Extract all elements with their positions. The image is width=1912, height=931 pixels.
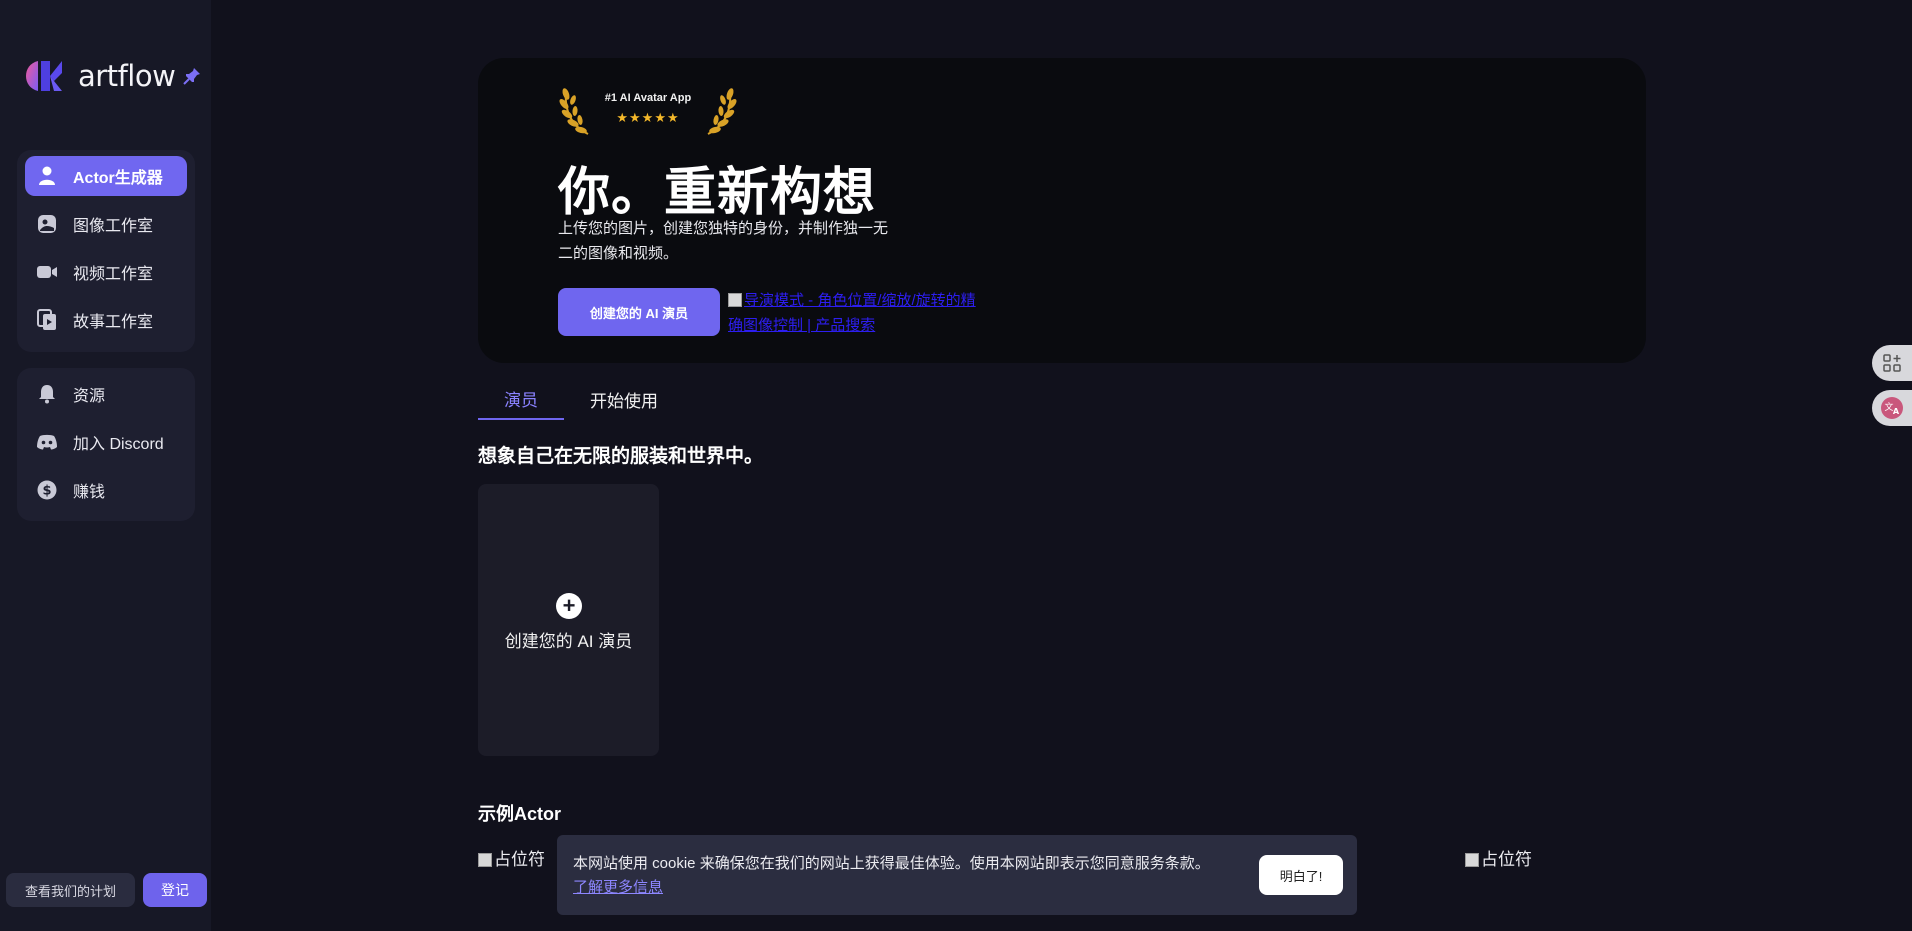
badge-title: #1 AI Avatar App — [604, 92, 692, 104]
cookie-message: 本网站使用 cookie 来确保您在我们的网站上获得最佳体验。使用本网站即表示您… — [573, 855, 1210, 872]
examples-title: 示例Actor — [478, 804, 562, 824]
video-camera-icon — [35, 260, 59, 284]
sidebar-item-label: 资源 — [73, 388, 106, 405]
hero-subtitle: 上传您的图片，创建您独特的身份，并制作独一无二的图像和视频。 — [558, 220, 889, 262]
broken-image-icon — [1465, 853, 1479, 867]
translate-icon: 文 A — [1881, 397, 1903, 419]
broken-image-icon — [478, 853, 492, 867]
award-badge: #1 AI Avatar App ★★★★★ — [558, 82, 738, 138]
sidebar-item-label: 故事工作室 — [73, 314, 154, 331]
app-grid-button[interactable] — [1872, 345, 1912, 381]
dollar-icon: $ — [35, 478, 59, 502]
example-actor-image[interactable]: 占位符 — [1465, 845, 1532, 870]
svg-text:A: A — [1893, 407, 1900, 416]
tab-get-started[interactable]: 开始使用 — [564, 378, 684, 420]
sidebar-item-image-studio[interactable]: 图像工作室 — [25, 204, 187, 244]
bell-icon — [35, 382, 59, 406]
user-icon — [35, 164, 59, 188]
artflow-logo[interactable]: artflow — [24, 58, 204, 94]
sidebar-item-label: 赚钱 — [73, 484, 106, 501]
sidebar-item-label: 加入 Discord — [73, 436, 164, 453]
content-tabs: 演员 开始使用 — [478, 378, 684, 420]
svg-text:$: $ — [42, 484, 51, 499]
view-plans-button[interactable]: 查看我们的计划 — [6, 873, 135, 907]
nav-group-community: 资源 加入 Discord $ 赚钱 — [17, 368, 195, 521]
sidebar-item-label: 视频工作室 — [73, 266, 154, 283]
pin-icon[interactable] — [183, 67, 201, 85]
placeholder-alt-text: 占位符 — [1481, 850, 1532, 869]
section-title: 想象自己在无限的服装和世界中。 — [478, 446, 764, 467]
learn-more-link[interactable]: 了解更多信息 — [573, 879, 663, 896]
nav-group-studios: Actor生成器 图像工作室 视频工作室 故事工作室 — [17, 150, 195, 352]
story-icon — [35, 308, 59, 332]
logo-text: artflow — [78, 59, 176, 93]
app-grid-icon — [1883, 354, 1901, 372]
tab-actors[interactable]: 演员 — [478, 378, 564, 420]
create-card-label: 创建您的 AI 演员 — [504, 632, 633, 651]
director-mode-link[interactable]: 导演模式 - 角色位置/缩放/旋转的精确图像控制 | 产品搜索 — [728, 288, 978, 338]
hero-banner: #1 AI Avatar App ★★★★★ 你。重新构想 上传您的图片，创建您… — [478, 58, 1646, 363]
plus-icon: + — [556, 593, 582, 619]
sidebar-item-resources[interactable]: 资源 — [25, 374, 187, 414]
signup-button[interactable]: 登记 — [143, 873, 207, 907]
sidebar-item-video-studio[interactable]: 视频工作室 — [25, 252, 187, 292]
cookie-accept-button[interactable]: 明白了! — [1259, 855, 1343, 895]
image-studio-icon — [35, 212, 59, 236]
sidebar-item-discord[interactable]: 加入 Discord — [25, 422, 187, 462]
star-rating: ★★★★★ — [616, 110, 680, 125]
hero-title: 你。重新构想 — [558, 164, 877, 222]
cookie-banner: 本网站使用 cookie 来确保您在我们的网站上获得最佳体验。使用本网站即表示您… — [557, 835, 1357, 915]
create-actor-card[interactable]: + 创建您的 AI 演员 — [478, 484, 659, 756]
sidebar: artflow Actor生成器 图像工作室 视频工作室 故事工作室 资源 加入… — [0, 0, 211, 931]
example-actor-image[interactable]: 占位符 — [478, 845, 545, 870]
placeholder-alt-text: 占位符 — [494, 850, 545, 869]
sidebar-item-actor-generator[interactable]: Actor生成器 — [25, 156, 187, 196]
artflow-logo-icon — [26, 61, 62, 91]
director-mode-link-text: 导演模式 - 角色位置/缩放/旋转的精确图像控制 | 产品搜索 — [728, 292, 976, 334]
translate-button[interactable]: 文 A — [1872, 390, 1912, 426]
create-ai-actor-button[interactable]: 创建您的 AI 演员 — [558, 288, 720, 336]
discord-icon — [35, 430, 59, 454]
sidebar-item-story-studio[interactable]: 故事工作室 — [25, 300, 187, 340]
sidebar-item-label: Actor生成器 — [73, 170, 163, 187]
broken-image-icon — [728, 293, 742, 307]
cookie-text: 本网站使用 cookie 来确保您在我们的网站上获得最佳体验。使用本网站即表示您… — [573, 852, 1213, 900]
sidebar-item-earn-money[interactable]: $ 赚钱 — [25, 470, 187, 510]
sidebar-item-label: 图像工作室 — [73, 218, 154, 235]
